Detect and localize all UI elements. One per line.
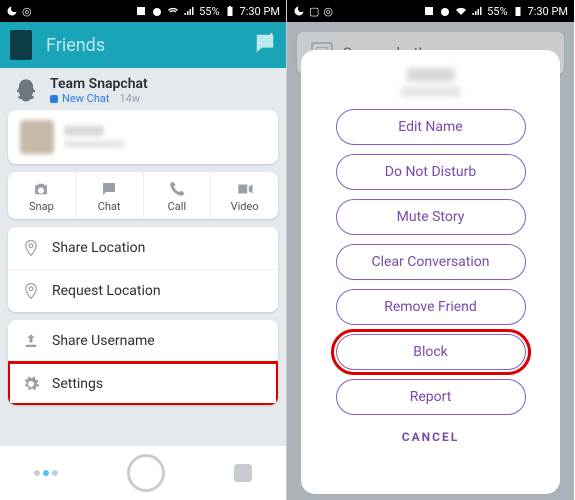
mute-story-button[interactable]: Mute Story <box>336 199 526 235</box>
signal-icon <box>183 5 195 17</box>
battery-icon <box>512 5 524 17</box>
friend-avatar <box>20 120 54 154</box>
camera-icon <box>32 180 50 198</box>
request-location-row[interactable]: Request Location <box>8 269 278 312</box>
do-not-disturb-button[interactable]: Do Not Disturb <box>336 154 526 190</box>
friend-name-blurred <box>64 126 104 136</box>
chat-list-item[interactable]: Team Snapchat New Chat 14w <box>0 68 286 113</box>
video-action[interactable]: Video <box>211 172 278 219</box>
location-pin-icon <box>22 239 40 257</box>
chat-sub: New Chat 14w <box>50 92 148 105</box>
status-bar: ▢◎ 55% 7:30 PM <box>287 0 574 22</box>
profile-card[interactable] <box>8 110 278 164</box>
search-friends[interactable]: Friends <box>40 35 105 56</box>
share-username-row[interactable]: Share Username <box>8 320 278 362</box>
gear-icon <box>22 375 40 393</box>
battery-text: 55% <box>487 5 507 18</box>
clock-text: 7:30 PM <box>528 5 568 18</box>
remove-friend-button[interactable]: Remove Friend <box>336 289 526 325</box>
cancel-button[interactable]: CANCEL <box>402 424 459 446</box>
moon-icon <box>293 5 305 17</box>
friends-header: Friends <box>0 22 286 68</box>
nfc-icon <box>135 5 147 17</box>
alarm-icon <box>151 5 163 17</box>
clear-conversation-button[interactable]: Clear Conversation <box>336 244 526 280</box>
search-placeholder: Friends <box>46 35 105 56</box>
location-pin-icon <box>22 282 40 300</box>
settings-row[interactable]: Settings <box>8 362 278 405</box>
battery-icon <box>224 5 236 17</box>
modal-friend-name-blurred <box>407 68 455 82</box>
more-card: Share Username Settings <box>8 320 278 405</box>
stories-tab-icon[interactable] <box>234 464 252 482</box>
friend-action-sheet: Snap Chat Call Video Share Lo <box>8 110 278 413</box>
friend-username-blurred <box>64 140 124 148</box>
left-screenshot: ◎ 55% 7:30 PM Friends <box>0 0 287 500</box>
signal-icon <box>471 5 483 17</box>
phone-icon <box>168 180 186 198</box>
snap-action[interactable]: Snap <box>8 172 76 219</box>
report-button[interactable]: Report <box>336 379 526 415</box>
alarm-icon <box>439 5 451 17</box>
friend-options-modal: Edit Name Do Not Disturb Mute Story Clea… <box>301 50 560 494</box>
location-card: Share Location Request Location <box>8 227 278 312</box>
ghost-icon <box>12 77 40 105</box>
chat-tab-icon[interactable] <box>34 470 58 476</box>
moon-icon <box>6 5 18 17</box>
share-icon <box>22 332 40 350</box>
camera-button[interactable] <box>127 454 165 492</box>
status-bar: ◎ 55% 7:30 PM <box>0 0 286 22</box>
new-chat-button[interactable] <box>254 32 276 58</box>
right-screenshot: ▢◎ 55% 7:30 PM Screenshot! Edit Name <box>287 0 574 500</box>
clock-text: 7:30 PM <box>240 5 280 18</box>
unread-indicator <box>50 95 58 103</box>
video-icon <box>236 180 254 198</box>
share-location-row[interactable]: Share Location <box>8 227 278 269</box>
call-action[interactable]: Call <box>144 172 212 219</box>
chat-name: Team Snapchat <box>50 76 148 92</box>
chat-action[interactable]: Chat <box>76 172 144 219</box>
new-chat-icon <box>254 32 276 54</box>
nfc-icon <box>423 5 435 17</box>
wifi-icon <box>167 5 179 17</box>
my-avatar[interactable] <box>10 30 32 60</box>
block-button[interactable]: Block <box>336 334 526 370</box>
wifi-icon <box>455 5 467 17</box>
edit-name-button[interactable]: Edit Name <box>336 109 526 145</box>
bottom-nav <box>0 446 286 500</box>
quick-actions-card: Snap Chat Call Video <box>8 172 278 219</box>
chat-icon <box>100 180 118 198</box>
battery-text: 55% <box>199 5 219 18</box>
modal-friend-username-blurred <box>401 86 461 97</box>
